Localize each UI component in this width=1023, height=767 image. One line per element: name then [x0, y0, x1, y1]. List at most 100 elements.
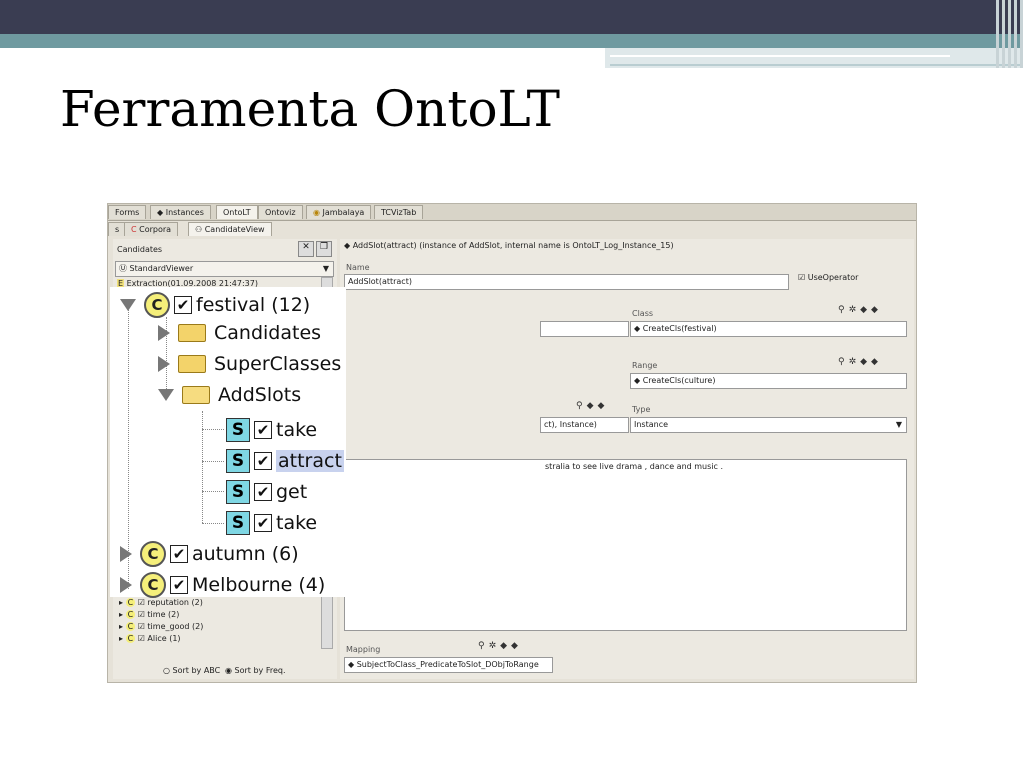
list-item[interactable]: ▸ C ☑ reputation (2)	[119, 597, 203, 609]
tab-jambalaya[interactable]: ◉ Jambalaya	[306, 205, 372, 219]
range-toolbar-icons[interactable]: ⚲✲◆◆	[838, 357, 882, 367]
expand-right-icon[interactable]	[120, 546, 132, 562]
tree-node-slot-attract[interactable]: S ✔ attract	[226, 449, 344, 473]
tree-node-festival[interactable]: C ✔ festival (12)	[120, 292, 310, 318]
tree-line	[202, 411, 203, 523]
checkbox-checked-icon[interactable]: ✔	[174, 296, 192, 314]
class-toolbar-icons[interactable]: ⚲✲◆◆	[838, 305, 882, 315]
expand-right-icon[interactable]	[158, 325, 170, 341]
radio-unselected-icon: ○	[163, 666, 170, 675]
name-label: Name	[346, 263, 370, 272]
tree-node-slot-take[interactable]: S ✔ take	[226, 418, 317, 442]
slide-accent-line	[610, 64, 1023, 66]
slot-icon: S	[226, 418, 250, 442]
checkbox-checked-icon[interactable]: ✔	[254, 452, 272, 470]
mapping-label: Mapping	[346, 645, 381, 654]
tree-node-slot-take-2[interactable]: S ✔ take	[226, 511, 317, 535]
checkbox-checked-icon[interactable]: ✔	[170, 545, 188, 563]
class-icon: C	[125, 598, 136, 607]
copy-icon[interactable]: ❐	[316, 241, 332, 257]
tree-node-superclasses[interactable]: SuperClasses	[158, 353, 341, 375]
diamond-icon: ◆	[157, 208, 166, 217]
class-icon: C	[125, 634, 136, 643]
slide-accent-line	[610, 55, 950, 57]
zoomed-tree-overlay: C ✔ festival (12) Candidates SuperClasse…	[110, 287, 346, 598]
class-icon: C	[125, 622, 136, 631]
slide-top-bar	[0, 0, 1023, 34]
class-icon: C	[140, 541, 166, 567]
subtab-candidateview[interactable]: ⚇ CandidateView	[188, 222, 272, 236]
sentence-textarea[interactable]: stralia to see live drama , dance and mu…	[344, 459, 907, 631]
tree-line	[202, 523, 224, 524]
partial-field[interactable]	[540, 321, 629, 337]
tree-line	[202, 461, 224, 462]
list-item[interactable]: ▸ C ☑ Alice (1)	[119, 633, 203, 645]
slide-corner-bars	[993, 0, 1023, 68]
mapping-toolbar-icons[interactable]: ⚲✲◆◆	[478, 641, 522, 651]
sub-tab-bar: s C Corpora ⚇ CandidateView	[108, 221, 348, 237]
list-item[interactable]: ▸ C ☑ time (2)	[119, 609, 203, 621]
folder-icon	[178, 355, 206, 373]
tab-tcviztab[interactable]: TCVizTab	[374, 205, 424, 219]
subtab-corpora[interactable]: C Corpora	[124, 222, 179, 236]
tree-node-slot-get[interactable]: S ✔ get	[226, 480, 307, 504]
expand-right-icon[interactable]	[120, 577, 132, 593]
tree-node-melbourne[interactable]: C ✔ Melbourne (4)	[120, 572, 325, 598]
type-label: Type	[632, 405, 651, 414]
diamond-icon: ◆	[634, 324, 643, 333]
slide-top-stripe	[0, 34, 1023, 48]
main-tab-bar: Forms ◆ Instances OntoLT Ontoviz ◉ Jamba…	[108, 204, 916, 221]
type-select[interactable]: Instance ▼	[630, 417, 907, 433]
tree-node-candidates[interactable]: Candidates	[158, 322, 321, 344]
tab-ontolt[interactable]: OntoLT	[216, 205, 258, 219]
folder-icon	[178, 324, 206, 342]
small-tree-list: ▸ C ☑ reputation (2) ▸ C ☑ time (2) ▸ C …	[119, 597, 203, 645]
tree-node-autumn[interactable]: C ✔ autumn (6)	[120, 541, 299, 567]
candidates-header: Candidates	[117, 245, 163, 254]
expand-down-icon[interactable]	[158, 389, 174, 401]
diamond-icon: ◆	[344, 241, 353, 250]
tree-node-addslots[interactable]: AddSlots	[158, 384, 301, 406]
chevron-down-icon: ▼	[895, 420, 902, 429]
jambalaya-icon: ◉	[313, 208, 323, 217]
expand-down-icon[interactable]	[120, 299, 136, 311]
slot-icon: S	[226, 449, 250, 473]
list-item[interactable]: ▸ C ☑ time_good (2)	[119, 621, 203, 633]
class-icon: C	[140, 572, 166, 598]
expand-right-icon[interactable]	[158, 356, 170, 372]
tab-forms[interactable]: Forms	[108, 205, 147, 219]
checkbox-checked-icon[interactable]: ✔	[254, 483, 272, 501]
chevron-down-icon: ▼	[322, 264, 329, 273]
slot-toolbar-icons[interactable]: ⚲◆◆	[576, 401, 608, 411]
mapping-field[interactable]: ◆ SubjectToClass_PredicateToSlot_DObjToR…	[344, 657, 553, 673]
diamond-icon: ◆	[348, 660, 357, 669]
checkbox-checked-icon[interactable]: ✔	[170, 576, 188, 594]
delete-icon[interactable]: ✕	[298, 241, 314, 257]
tab-ontoviz[interactable]: Ontoviz	[258, 205, 303, 219]
class-icon: C	[125, 610, 136, 619]
class-field[interactable]: ◆ CreateCls(festival)	[630, 321, 907, 337]
sort-abc-radio[interactable]: ○ Sort by ABC	[163, 666, 220, 675]
corpora-icon: C	[131, 225, 137, 234]
checkbox-checked-icon: ☑	[798, 273, 806, 282]
slot-icon: S	[226, 511, 250, 535]
checkbox-checked-icon[interactable]: ✔	[254, 421, 272, 439]
tree-line	[202, 491, 224, 492]
tab-instances[interactable]: ◆ Instances	[150, 205, 211, 219]
class-label: Class	[632, 309, 654, 318]
radio-selected-icon: ◉	[225, 666, 232, 675]
range-field[interactable]: ◆ CreateCls(culture)	[630, 373, 907, 389]
slot-partial-field[interactable]: ct), Instance)	[540, 417, 629, 433]
checkbox-checked-icon[interactable]: ✔	[254, 514, 272, 532]
name-field[interactable]: AddSlot(attract)	[344, 274, 789, 290]
tree-line	[202, 429, 224, 430]
slot-icon: S	[226, 480, 250, 504]
slide-title: Ferramenta OntoLT	[60, 80, 561, 138]
binoculars-icon: ⚇	[195, 225, 205, 234]
class-icon: C	[144, 292, 170, 318]
viewer-select[interactable]: Ⓤ StandardViewer ▼	[115, 261, 334, 277]
instance-header: ◆ AddSlot(attract) (instance of AddSlot,…	[344, 241, 674, 250]
viewer-icon: Ⓤ	[119, 264, 130, 273]
sort-freq-radio[interactable]: ◉ Sort by Freq.	[225, 666, 286, 675]
useoperator-checkbox[interactable]: ☑ UseOperator	[798, 273, 858, 282]
